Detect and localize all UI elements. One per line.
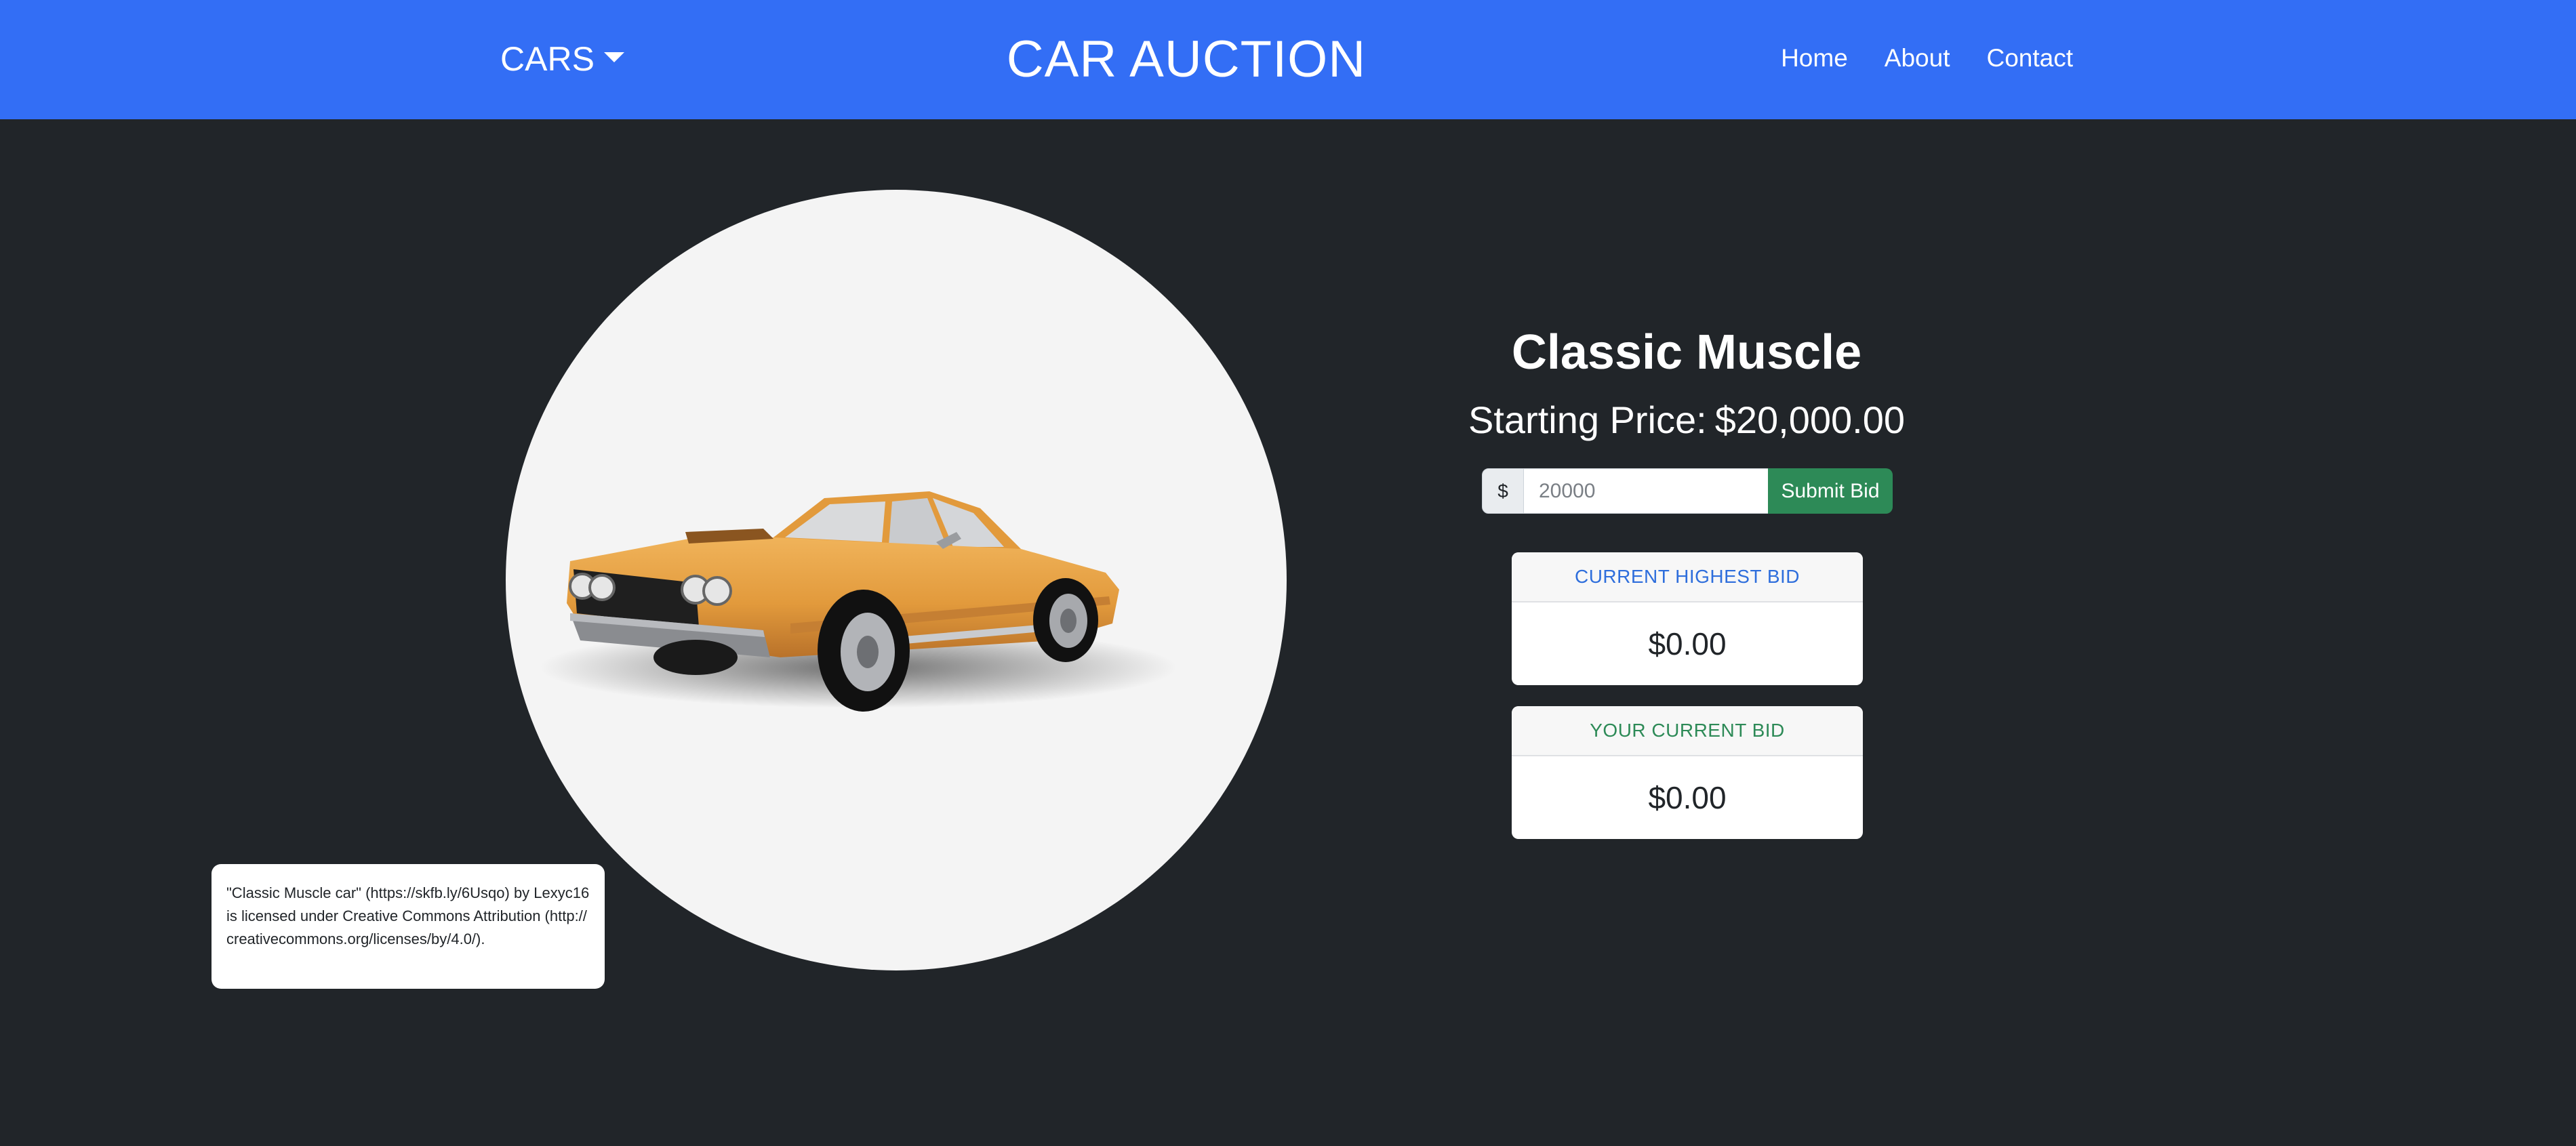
submit-bid-button[interactable]: Submit Bid [1768, 468, 1893, 514]
site-title: CAR AUCTION [1006, 30, 1367, 88]
car-illustration [540, 491, 1177, 712]
starting-price: Starting Price: $20,000.00 [1415, 393, 1958, 447]
current-highest-bid-card: CURRENT HIGHEST BID $0.00 [1512, 552, 1863, 685]
car-name: Classic Muscle [1511, 325, 1862, 380]
nav-links: Home About Contact [1781, 39, 2073, 77]
car-image [506, 190, 1287, 970]
caret-down-icon [603, 52, 624, 62]
current-highest-bid-title: CURRENT HIGHEST BID [1512, 552, 1863, 602]
image-attribution: "Classic Muscle car" (https://skfb.ly/6U… [212, 864, 605, 989]
navbar: CARS CAR AUCTION Home About Contact [0, 0, 2576, 119]
cars-dropdown-label: CARS [500, 40, 595, 78]
nav-link-about[interactable]: About [1885, 39, 1950, 77]
starting-price-label: Starting Price: [1468, 398, 1707, 441]
currency-prefix: $ [1482, 468, 1524, 514]
nav-link-home[interactable]: Home [1781, 39, 1848, 77]
your-current-bid-value: $0.00 [1648, 780, 1727, 815]
your-current-bid-card: YOUR CURRENT BID $0.00 [1512, 706, 1863, 839]
bid-amount-input[interactable] [1524, 468, 1768, 514]
starting-price-value: $20,000.00 [1714, 398, 1905, 441]
your-current-bid-title: YOUR CURRENT BID [1512, 706, 1863, 756]
nav-link-contact[interactable]: Contact [1986, 39, 2073, 77]
current-highest-bid-value: $0.00 [1648, 626, 1727, 661]
cars-dropdown[interactable]: CARS [500, 35, 624, 83]
bid-form: $ Submit Bid [1482, 468, 1893, 514]
